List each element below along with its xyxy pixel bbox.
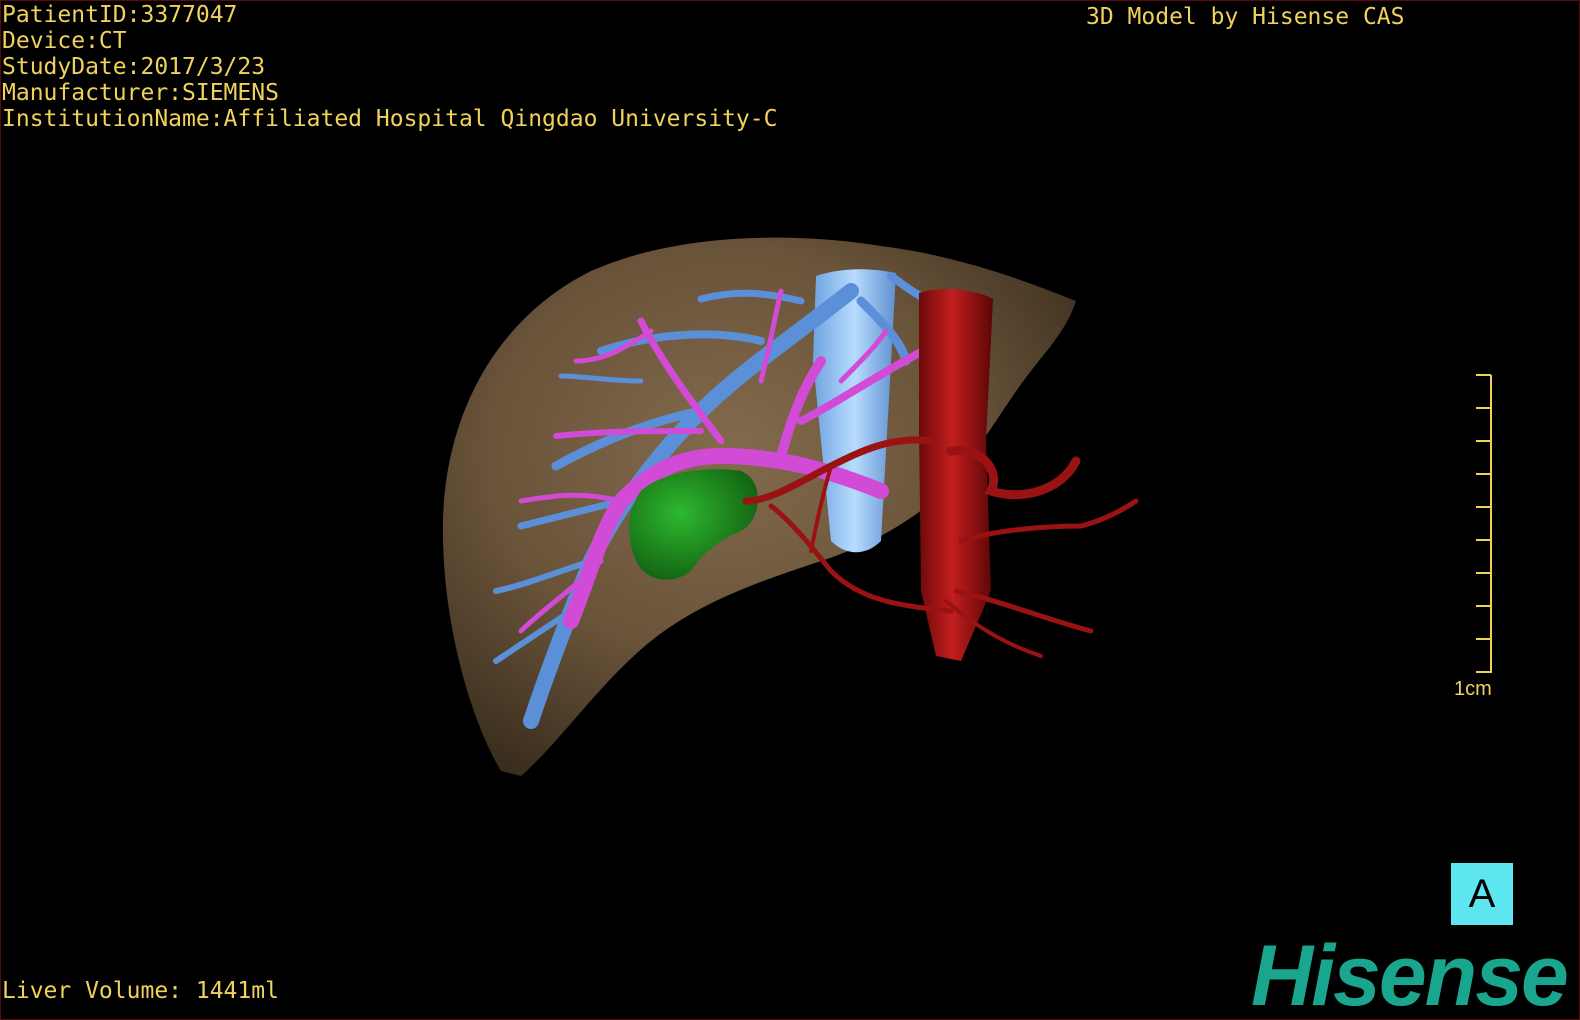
manufacturer-text: Manufacturer:SIEMENS <box>2 80 279 106</box>
study-date-text: StudyDate:2017/3/23 <box>2 54 266 80</box>
scale-label: 1cm <box>1454 678 1492 700</box>
device-text: Device:CT <box>2 28 127 54</box>
3d-viewport[interactable]: PatientID:3377047 Device:CT StudyDate:20… <box>0 0 1580 1020</box>
liver-3d-model[interactable] <box>1 1 1580 1020</box>
view-orientation-badge[interactable]: A <box>1451 863 1513 925</box>
liver-volume-text: Liver Volume: 1441ml <box>2 978 279 1004</box>
brand-credit-text: 3D Model by Hisense CAS <box>1086 4 1405 30</box>
scale-bar <box>1476 374 1492 673</box>
patient-id-text: PatientID:3377047 <box>2 2 238 28</box>
aorta <box>919 289 993 661</box>
institution-text: InstitutionName:Affiliated Hospital Qing… <box>2 106 778 132</box>
hisense-logo: Hisense <box>1251 928 1569 1020</box>
